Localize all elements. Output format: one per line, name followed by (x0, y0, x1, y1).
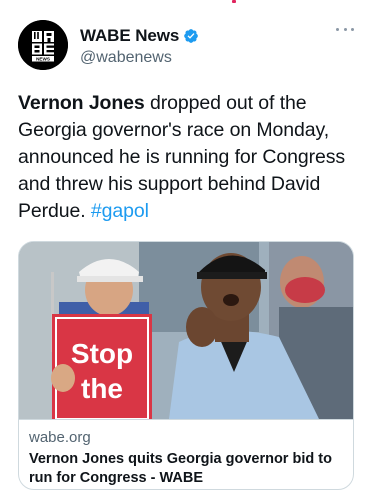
card-domain: wabe.org (29, 429, 91, 446)
more-options-icon[interactable] (336, 28, 354, 34)
card-meta: wabe.org Vernon Jones quits Georgia gove… (19, 419, 353, 489)
status-dot (232, 0, 236, 3)
tweet-header: NEWS WABE News @wabenews (18, 20, 358, 72)
display-name-row: WABE News (80, 26, 199, 46)
tweet-bold-lead: Vernon Jones (18, 92, 145, 114)
protest-photo: Stop the (19, 242, 353, 419)
wabe-logo-icon: NEWS (18, 20, 68, 70)
svg-text:NEWS: NEWS (36, 56, 50, 61)
verified-badge-icon (183, 28, 199, 44)
card-image: Stop the (19, 242, 353, 419)
top-strip (0, 0, 372, 6)
sign-text-line2: the (81, 373, 123, 404)
link-card[interactable]: Stop the wabe.org Vernon Jones quits Geo… (18, 241, 354, 490)
name-block: WABE News @wabenews (80, 26, 199, 67)
display-name[interactable]: WABE News (80, 26, 179, 46)
sign-text-line1: Stop (71, 338, 133, 369)
card-title[interactable]: Vernon Jones quits Georgia governor bid … (29, 450, 345, 488)
handle[interactable]: @wabenews (80, 49, 199, 67)
avatar[interactable]: NEWS (18, 20, 68, 70)
hashtag-link[interactable]: #gapol (91, 200, 149, 222)
tweet-text: Vernon Jones dropped out of the Georgia … (18, 90, 358, 225)
